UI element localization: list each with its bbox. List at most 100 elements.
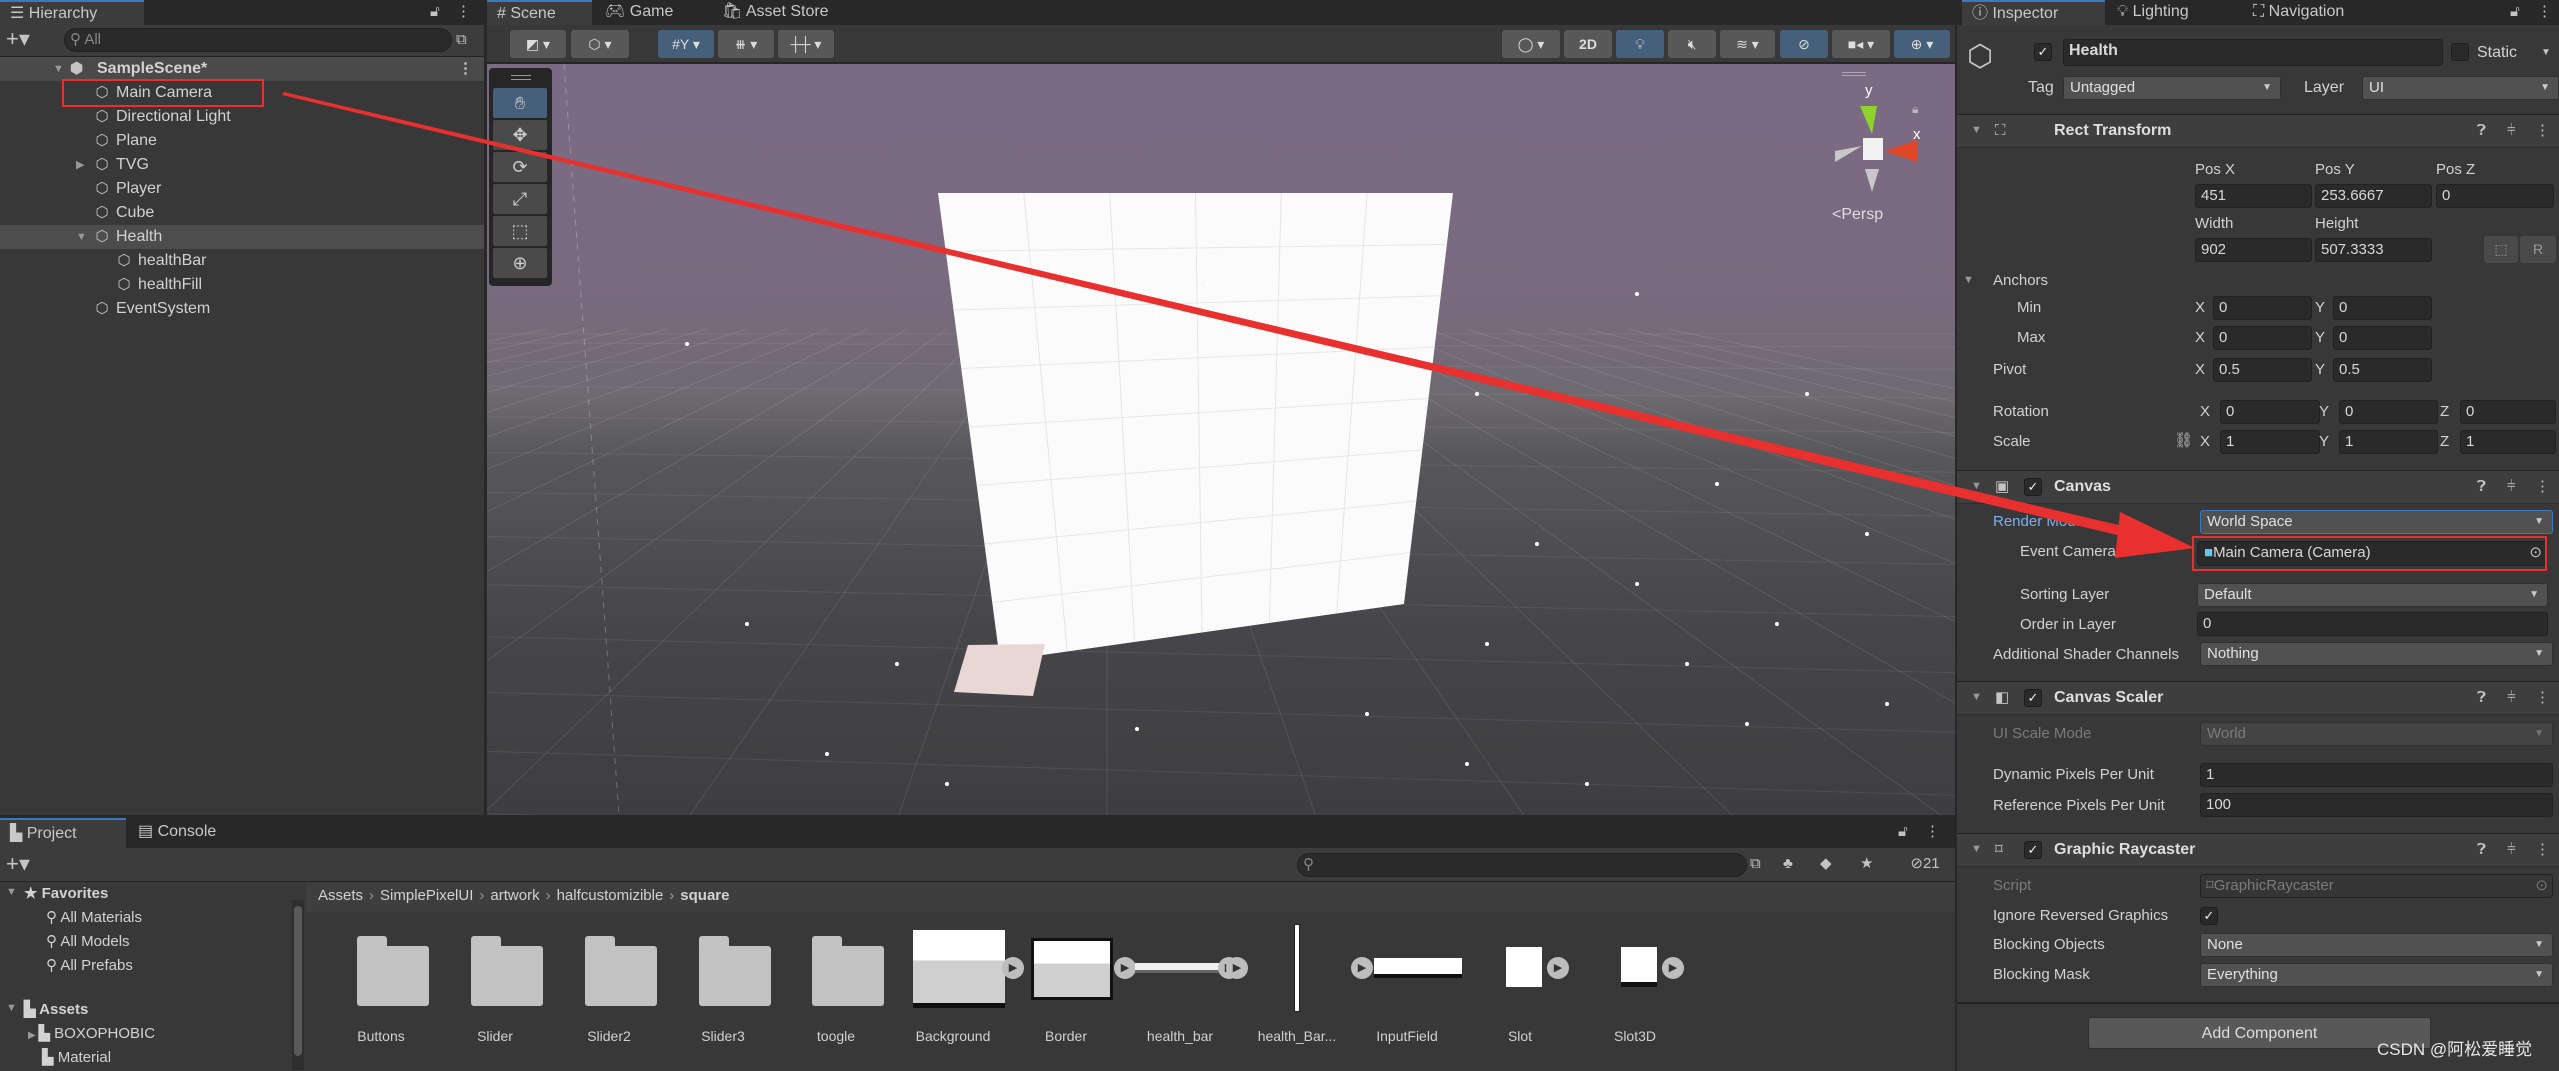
camera-settings-button[interactable]: ■◂ ▾	[1832, 30, 1890, 58]
tool-rotate-button[interactable]: ⟳	[493, 152, 547, 182]
shader-channels-dropdown[interactable]: Nothing ▼	[2200, 642, 2553, 666]
filter-type-icon[interactable]: ♣	[1783, 855, 1793, 873]
grid-snap-button[interactable]: #Y ▾	[658, 30, 714, 58]
asset-folder-item[interactable]: ▙ Material	[28, 1048, 111, 1068]
collapse-arrow-icon[interactable]: ▼	[1971, 124, 1982, 136]
tab-hierarchy[interactable]: ☰ Hierarchy	[0, 0, 144, 25]
tag-dropdown[interactable]: Untagged ▼	[2063, 76, 2281, 100]
graphic-raycaster-header[interactable]: ▼ ⌑ ✓ Graphic Raycaster ❓︎ ⫩ ⋮	[1957, 833, 2559, 867]
asset-folder[interactable]: Slider3	[668, 930, 778, 1050]
canvas-enabled-checkbox[interactable]: ✓	[2024, 478, 2042, 496]
max-y-input[interactable]: 0	[2333, 326, 2432, 350]
audio-toggle-button[interactable]: 🔇︎	[1668, 30, 1716, 58]
scene-viewport[interactable]: 🔒︎ y x <Persp ✋︎ ✥ ⟳ ⤢ ⬚ ⊕	[487, 64, 1955, 815]
scale-x-input[interactable]: 1	[2220, 430, 2320, 454]
ruler-button[interactable]: ┼┼ ▾	[778, 30, 834, 58]
rot-y-input[interactable]: 0	[2339, 400, 2438, 424]
canvas-scaler-enabled-checkbox[interactable]: ✓	[2024, 689, 2042, 707]
static-dropdown-icon[interactable]: ▼	[2541, 44, 2551, 62]
tool-transform-button[interactable]: ⊕	[493, 248, 547, 278]
tab-inspector[interactable]: ⓘ Inspector	[1962, 0, 2105, 25]
tab-game[interactable]: 🎮︎ Game	[595, 0, 683, 25]
active-checkbox[interactable]: ✓	[2034, 43, 2052, 61]
help-icon[interactable]: ❓︎	[2477, 689, 2486, 707]
collapsed-arrow-icon[interactable]: ▶	[28, 1030, 38, 1041]
expand-sprite-icon[interactable]: ▶	[1226, 957, 1248, 979]
hidden-packages-icon[interactable]: ⊘21	[1897, 855, 1953, 873]
asset-sprite-slot[interactable]: ▶ Slot	[1465, 930, 1575, 1050]
favorites-expand-icon[interactable]: ▼	[6, 886, 17, 898]
gizmos-button[interactable]: ⊕ ▾	[1894, 30, 1950, 58]
tool-rect-tool-button[interactable]: ⬚	[493, 216, 547, 246]
tab-navigation[interactable]: ⛶ Navigation	[2243, 0, 2354, 25]
tab-console[interactable]: ▤ Console	[128, 818, 226, 848]
collapse-arrow-icon[interactable]: ▼	[1971, 480, 1982, 492]
height-input[interactable]: 507.3333	[2315, 238, 2432, 262]
add-icon[interactable]: +▾	[6, 28, 30, 50]
pivot-cube-button[interactable]: ⬡ ▾	[571, 30, 629, 58]
expand-arrow-icon[interactable]: ▼	[53, 57, 64, 81]
expand-sprite-icon[interactable]: ▶	[1662, 957, 1684, 979]
static-checkbox[interactable]	[2451, 43, 2469, 61]
asset-sprite-bar[interactable]: ▶health_bar	[1125, 930, 1240, 1050]
help-icon[interactable]: ❓︎	[2477, 478, 2486, 496]
presets-icon[interactable]: ⫩	[2507, 122, 2516, 140]
ignore-reversed-checkbox[interactable]: ✓	[2200, 907, 2218, 925]
more-menu-icon[interactable]: ⋮	[2537, 3, 2552, 21]
shading-mode-button[interactable]: ◯ ▾	[1502, 30, 1560, 58]
asset-folder[interactable]: Slider2	[554, 930, 664, 1050]
pos-z-input[interactable]: 0	[2436, 184, 2554, 208]
blueprint-mode-button[interactable]: ⬚	[2484, 236, 2518, 263]
breadcrumb-item[interactable]: halfcustomizible	[557, 887, 664, 904]
sorting-layer-dropdown[interactable]: Default ▼	[2197, 583, 2548, 607]
scene-row[interactable]: ▼ ⬢ SampleScene* ⋮	[0, 57, 484, 81]
hierarchy-item[interactable]: ⬡ Plane	[0, 129, 484, 153]
draw-mode-button[interactable]: ◩ ▾	[510, 30, 566, 58]
filter-label-icon[interactable]: ◆	[1820, 855, 1832, 873]
render-mode-dropdown[interactable]: World Space ▼	[2200, 510, 2553, 534]
help-icon[interactable]: ❓︎	[2477, 841, 2486, 859]
breadcrumb-item[interactable]: SimplePixelUI	[380, 887, 473, 904]
more-menu-icon[interactable]: ⋮	[456, 3, 471, 21]
max-x-input[interactable]: 0	[2213, 326, 2312, 350]
more-menu-icon[interactable]: ⋮	[1925, 823, 1940, 841]
gizmo-drag-handle[interactable]	[1842, 72, 1866, 76]
asset-folder[interactable]: Slider	[440, 930, 550, 1050]
favorite-item[interactable]: ⚲ All Models	[46, 932, 130, 952]
presets-icon[interactable]: ⫩	[2507, 689, 2516, 707]
pos-y-input[interactable]: 253.6667	[2315, 184, 2432, 208]
effects-button[interactable]: ≋ ▾	[1720, 30, 1775, 58]
dynamic-pixels-input[interactable]: 1	[2200, 763, 2553, 787]
anchors-expand-icon[interactable]: ▼	[1963, 274, 1974, 286]
expand-arrow-icon[interactable]: ▼	[76, 225, 87, 249]
min-x-input[interactable]: 0	[2213, 296, 2312, 320]
rect-transform-header[interactable]: ▼ ⛶ Rect Transform ❓︎ ⫩ ⋮	[1957, 114, 2559, 148]
canvas-scaler-header[interactable]: ▼ ◧ ✓ Canvas Scaler ❓︎ ⫩ ⋮	[1957, 681, 2559, 715]
overlay-drag-handle[interactable]	[511, 75, 531, 80]
width-input[interactable]: 902	[2195, 238, 2312, 262]
asset-folder[interactable]: toogle	[781, 930, 891, 1050]
collapse-arrow-icon[interactable]: ▼	[1971, 691, 1982, 703]
breadcrumb-item[interactable]: Assets	[318, 887, 363, 904]
lighting-toggle-button[interactable]: 💡︎	[1616, 30, 1664, 58]
projection-toggle[interactable]: <Persp	[1832, 206, 1883, 224]
expand-sprite-icon[interactable]: ▶	[1547, 957, 1569, 979]
order-in-layer-input[interactable]: 0	[2197, 612, 2548, 636]
constrain-proportions-icon[interactable]: ⛓︎	[2174, 432, 2193, 450]
favorite-item[interactable]: ⚲ All Prefabs	[46, 956, 133, 976]
expand-sprite-icon[interactable]: ▶	[1351, 957, 1373, 979]
pos-x-input[interactable]: 451	[2195, 184, 2312, 208]
hierarchy-item[interactable]: ▶ ⬡ TVG	[0, 153, 484, 177]
pivot-x-input[interactable]: 0.5	[2213, 358, 2312, 382]
scale-y-input[interactable]: 1	[2339, 430, 2438, 454]
tool-scale-button[interactable]: ⤢	[493, 184, 547, 214]
hidden-objects-button[interactable]: ⊘	[1780, 30, 1828, 58]
canvas-header[interactable]: ▼ ▣ ✓ Canvas ❓︎ ⫩ ⋮	[1957, 470, 2559, 504]
pivot-y-input[interactable]: 0.5	[2333, 358, 2432, 382]
increment-snap-button[interactable]: ⧻ ▾	[718, 30, 774, 58]
lock-icon[interactable]: 🔓︎	[430, 3, 440, 21]
collapse-arrow-icon[interactable]: ▼	[1971, 843, 1982, 855]
tab-lighting[interactable]: 💡︎ Lighting	[2107, 0, 2199, 25]
2d-toggle-button[interactable]: 2D	[1564, 30, 1612, 58]
hierarchy-item[interactable]: ⬡ healthFill	[0, 273, 484, 297]
